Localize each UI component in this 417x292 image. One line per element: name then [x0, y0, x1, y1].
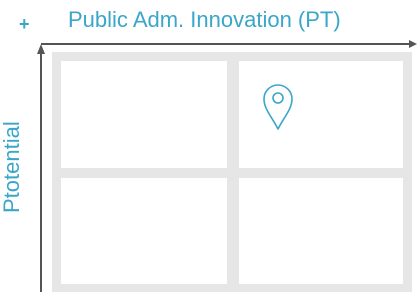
quadrant-bottom-left: [61, 178, 227, 284]
location-pin-icon: [263, 84, 293, 130]
quadrant-diagram: + Public Adm. Innovation (PT) Ptotential: [0, 0, 417, 292]
x-axis-arrowhead: [409, 40, 417, 48]
y-axis-arrowhead: [37, 44, 45, 54]
quadrant-bottom-right: [239, 178, 403, 284]
quadrant-top-left: [61, 61, 227, 168]
quadrant-grid: [52, 52, 412, 292]
